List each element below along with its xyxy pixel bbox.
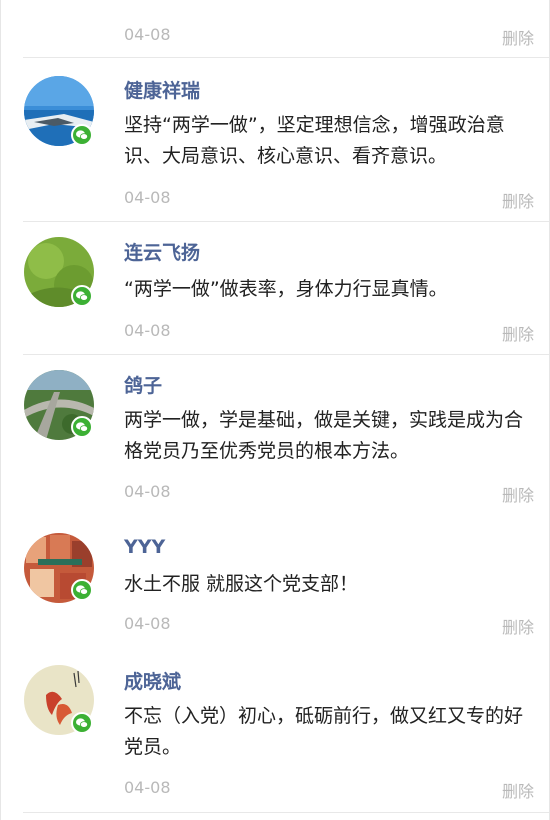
comment-date: 04-08 [124, 778, 171, 797]
delete-link[interactable]: 删除 [502, 614, 534, 638]
comment-date: 04-08 [124, 482, 171, 501]
commenter-name[interactable]: 鸽子 [124, 371, 162, 398]
commenter-name[interactable]: YYY [124, 536, 165, 558]
commenter-name[interactable]: 成晓斌 [124, 667, 181, 694]
delete-link[interactable]: 删除 [502, 188, 534, 212]
comment-text: 水土不服 就服这个党支部！ [124, 573, 359, 595]
delete-link[interactable]: 删除 [502, 482, 534, 506]
comment-item: 连云飞扬 “两学一做”做表率，身体力行显真情。 04-08 删除 [1, 222, 550, 354]
wechat-icon [71, 712, 93, 734]
comment-item: 健康祥瑞 坚持“两学一做”，坚定理想信念，增强政治意识、大局意识、核心意识、看齐… [1, 58, 550, 221]
comment-item: 鸽子 两学一做，学是基础，做是关键，实践是成为合格党员乃至优秀党员的根本方法。 … [1, 355, 550, 518]
comment-item: 成晓斌 不忘（入党）初心，砥砺前行，做又红又专的好党员。 04-08 删除 [1, 650, 550, 813]
divider [23, 812, 549, 813]
comment-date: 04-08 [124, 188, 171, 207]
delete-link[interactable]: 删除 [502, 778, 534, 802]
comment-date: 04-08 [124, 321, 171, 340]
commenter-name[interactable]: 健康祥瑞 [124, 76, 200, 103]
comment-text: 两学一做，学是基础，做是关键，实践是成为合格党员乃至优秀党员的根本方法。 [124, 409, 524, 462]
wechat-icon [71, 416, 93, 438]
delete-link[interactable]: 删除 [502, 321, 534, 345]
comment-list: 04-08 删除 健康祥瑞 坚持“两学一做”，坚定理想信念，增强政治意识、大局意… [0, 0, 550, 820]
commenter-name[interactable]: 连云飞扬 [124, 238, 200, 265]
comment-date: 04-08 [124, 25, 171, 44]
comment-date: 04-08 [124, 614, 171, 633]
comment-item: YYY 水土不服 就服这个党支部！ 04-08 删除 [1, 518, 550, 650]
wechat-icon [71, 579, 93, 601]
partial-comment-top: 04-08 删除 [1, 0, 550, 52]
wechat-icon [71, 124, 93, 146]
comment-text: 坚持“两学一做”，坚定理想信念，增强政治意识、大局意识、核心意识、看齐意识。 [124, 114, 505, 167]
comment-text: 不忘（入党）初心，砥砺前行，做又红又专的好党员。 [124, 705, 524, 758]
delete-link[interactable]: 删除 [502, 25, 534, 49]
wechat-icon [71, 285, 93, 307]
comment-text: “两学一做”做表率，身体力行显真情。 [124, 278, 448, 300]
